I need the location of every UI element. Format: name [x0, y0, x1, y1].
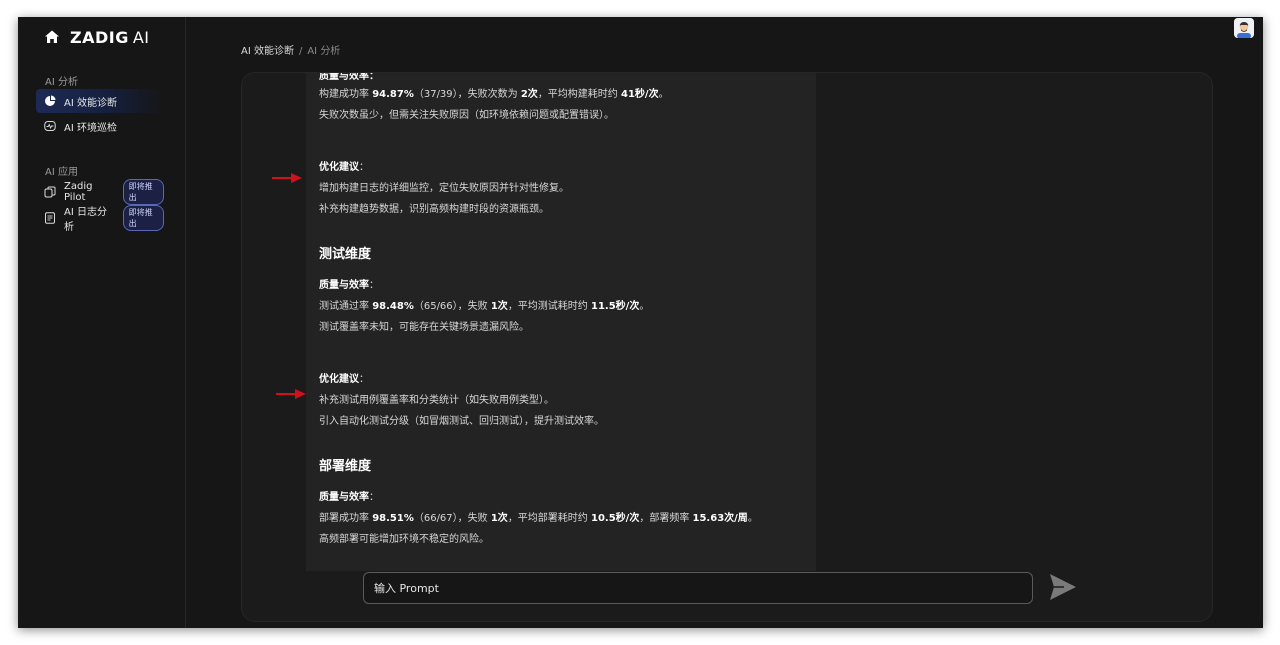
test-note: 测试覆盖率未知，可能存在关键场景遗漏风险。	[319, 322, 529, 333]
sidebar-item-label: AI 效能诊断	[64, 97, 117, 109]
sidebar-item-ai-env-inspect[interactable]: AI 环境巡检	[36, 114, 164, 138]
prompt-input[interactable]: 输入 Prompt	[363, 572, 1033, 604]
sidebar-item-ai-log-analysis[interactable]: AI 日志分析 即将推出	[36, 205, 164, 233]
cards-icon	[44, 186, 56, 198]
sidebar-item-label: Zadig Pilot	[64, 181, 93, 203]
sidebar: ZADIG AI AI 分析 AI 效能诊断 AI 环境巡检 AI 应用 Zad…	[18, 17, 186, 628]
test-optimization-heading: 优化建议：	[319, 374, 369, 385]
avatar[interactable]	[1234, 18, 1254, 38]
deploy-metrics-line: 部署成功率 98.51%（66/67），失败 1次，平均部署耗时约 10.5秒/…	[319, 513, 758, 524]
document-icon	[44, 212, 56, 224]
sidebar-item-ai-efficiency[interactable]: AI 效能诊断	[36, 89, 164, 113]
coming-soon-badge: 即将推出	[122, 205, 164, 231]
test-optimization-item: 引入自动化测试分级（如冒烟测试、回归测试），提升测试效率。	[319, 416, 604, 427]
monitor-pulse-icon	[44, 120, 56, 132]
send-icon[interactable]	[1048, 571, 1078, 603]
app-window: ZADIG AI AI 分析 AI 效能诊断 AI 环境巡检 AI 应用 Zad…	[18, 17, 1263, 628]
brand: ZADIG AI	[44, 27, 150, 47]
ai-response-message: 质量与效率： 构建成功率 94.87%（37/39），失败次数为 2次，平均构建…	[306, 73, 816, 571]
home-icon[interactable]	[44, 29, 60, 45]
deploy-note: 高频部署可能增加环境不稳定的风险。	[319, 534, 489, 545]
breadcrumb-separator: /	[298, 46, 303, 57]
build-quality-heading: 质量与效率：	[319, 73, 379, 82]
annotation-arrow-icon	[272, 173, 302, 183]
test-quality-heading: 质量与效率：	[319, 280, 379, 291]
annotation-arrow-icon	[276, 389, 306, 399]
breadcrumb-current: AI 分析	[307, 46, 341, 57]
build-optimization-heading: 优化建议：	[319, 162, 369, 173]
section-label-ai-apps: AI 应用	[45, 167, 78, 178]
build-optimization-item: 补充构建趋势数据，识别高频构建时段的资源瓶颈。	[319, 204, 549, 215]
pie-chart-icon	[44, 95, 56, 107]
breadcrumb-parent[interactable]: AI 效能诊断	[241, 46, 294, 57]
build-metrics-line: 构建成功率 94.87%（37/39），失败次数为 2次，平均构建耗时约 41秒…	[319, 89, 669, 100]
logo: ZADIG AI	[70, 27, 150, 47]
breadcrumb: AI 效能诊断 / AI 分析	[241, 42, 340, 57]
deploy-quality-heading: 质量与效率：	[319, 492, 379, 503]
build-optimization-item: 增加构建日志的详细监控，定位失败原因并针对性修复。	[319, 183, 569, 194]
section-label-ai-analysis: AI 分析	[45, 77, 78, 88]
sidebar-item-label: AI 日志分析	[64, 207, 107, 233]
deploy-section-title: 部署维度	[319, 459, 372, 474]
test-section-title: 测试维度	[319, 247, 372, 262]
test-optimization-item: 补充测试用例覆盖率和分类统计（如失败用例类型）。	[319, 395, 554, 406]
build-note: 失败次数虽少，但需关注失败原因（如环境依赖问题或配置错误）。	[319, 110, 614, 121]
sidebar-item-label: AI 环境巡检	[64, 122, 117, 134]
test-metrics-line: 测试通过率 98.48%（65/66），失败 1次，平均测试耗时约 11.5秒/…	[319, 301, 650, 312]
coming-soon-badge: 即将推出	[122, 179, 164, 205]
sidebar-item-zadig-pilot[interactable]: Zadig Pilot 即将推出	[36, 179, 164, 205]
chat-panel: 质量与效率： 构建成功率 94.87%（37/39），失败次数为 2次，平均构建…	[241, 72, 1213, 622]
